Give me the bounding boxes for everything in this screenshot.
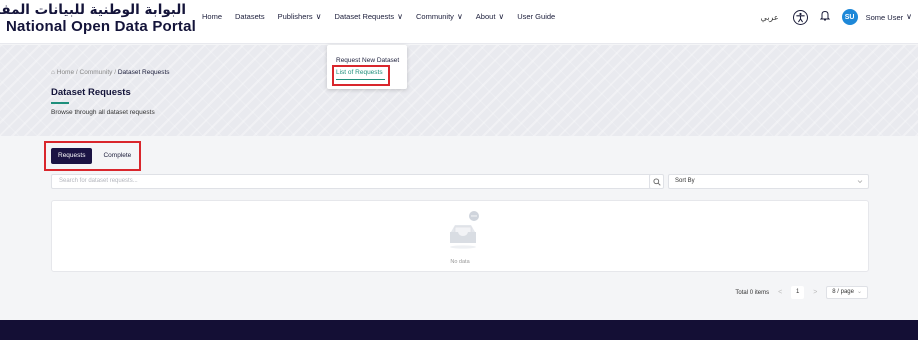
user-name: Some User xyxy=(865,12,904,22)
prev-page-button[interactable]: < xyxy=(778,289,782,296)
sort-label: Sort By xyxy=(675,178,695,184)
chevron-down-icon xyxy=(857,175,863,194)
chevron-down-icon: ∨ xyxy=(906,12,912,21)
nav-publishers[interactable]: Publishers ∨ xyxy=(278,12,322,21)
nav-community-label: Community xyxy=(416,12,454,21)
bell-icon[interactable] xyxy=(819,10,830,24)
chevron-down-icon: ∨ xyxy=(315,11,322,21)
nav-community[interactable]: Community ∨ xyxy=(416,12,463,21)
chevron-down-icon: ⌄ xyxy=(856,289,862,295)
request-tabs: Requests Complete xyxy=(51,148,138,164)
breadcrumb-community[interactable]: Community xyxy=(80,69,113,76)
breadcrumb-separator: / xyxy=(75,69,78,76)
language-switch[interactable]: عربي xyxy=(761,13,779,22)
chevron-down-icon: ∨ xyxy=(456,11,463,21)
nav-about-label: About xyxy=(475,12,496,21)
logo-english-text: National Open Data Portal xyxy=(6,18,197,35)
accessibility-icon[interactable] xyxy=(792,9,808,25)
page-hero: ⌂ Home / Community / Dataset Requests Da… xyxy=(0,45,918,136)
dataset-requests-dropdown: Request New Dataset List of Requests xyxy=(327,45,407,89)
nav-datasets[interactable]: Datasets xyxy=(235,12,265,21)
page-size-label: 8 / page xyxy=(832,289,854,295)
search-icon[interactable] xyxy=(649,174,664,189)
empty-results-card: No data xyxy=(51,200,869,272)
page-size-select[interactable]: 8 / page ⌄ xyxy=(826,286,868,299)
footer xyxy=(0,320,918,340)
portal-logo[interactable]: البوابة الوطنية للبيانات المفتوحة Nation… xyxy=(0,2,197,35)
avatar[interactable]: SU xyxy=(841,9,858,25)
page-number[interactable]: 1 xyxy=(791,286,805,299)
menu-item-request-new-dataset[interactable]: Request New Dataset xyxy=(336,55,407,67)
main-nav: Home Datasets Publishers ∨ Dataset Reques… xyxy=(202,12,568,21)
next-page-button[interactable]: > xyxy=(813,289,817,296)
no-data-text: No data xyxy=(450,259,470,265)
nav-dataset-requests-label: Dataset Requests xyxy=(334,12,395,21)
nav-home[interactable]: Home xyxy=(202,12,222,21)
chevron-down-icon: ∨ xyxy=(397,11,403,21)
chevron-down-icon: ∨ xyxy=(498,11,505,21)
nav-dataset-requests[interactable]: Dataset Requests ∨ xyxy=(335,12,403,21)
search-row: Search for dataset requests... Sort By xyxy=(51,174,869,189)
hero-background-pattern xyxy=(0,45,918,136)
menu-item-list-of-requests[interactable]: List of Requests xyxy=(336,67,407,80)
page-subtitle: Browse through all dataset requests xyxy=(51,109,155,116)
nav-publishers-label: Publishers xyxy=(277,12,313,21)
top-navbar: البوابة الوطنية للبيانات المفتوحة Nation… xyxy=(0,0,918,44)
nav-about[interactable]: About ∨ xyxy=(476,12,504,21)
empty-inbox-icon xyxy=(445,210,481,259)
total-items: Total 0 items xyxy=(735,289,770,296)
breadcrumb-separator: / xyxy=(114,69,117,76)
nav-datasets-label: Datasets xyxy=(235,12,265,21)
breadcrumb-home[interactable]: Home xyxy=(57,69,74,76)
breadcrumb-current: Dataset Requests xyxy=(117,69,170,76)
home-icon[interactable]: ⌂ xyxy=(51,69,55,76)
page-title: Dataset Requests xyxy=(51,87,131,98)
tab-complete[interactable]: Complete xyxy=(96,148,138,164)
breadcrumb: ⌂ Home / Community / Dataset Requests xyxy=(51,69,170,76)
sort-select[interactable]: Sort By xyxy=(668,174,869,189)
user-menu[interactable]: Some User ∨ xyxy=(866,13,912,22)
nav-user-guide[interactable]: User Guide xyxy=(517,12,555,21)
pagination: Total 0 items < 1 > 8 / page ⌄ xyxy=(735,286,868,299)
title-underline xyxy=(51,102,69,104)
nav-user-guide-label: User Guide xyxy=(517,12,556,21)
logo-arabic-text: البوابة الوطنية للبيانات المفتوحة xyxy=(0,2,186,18)
tab-requests[interactable]: Requests xyxy=(51,148,93,164)
nav-home-label: Home xyxy=(202,12,223,21)
header-actions: عربي SU Some User ∨ xyxy=(761,9,912,25)
search-input[interactable]: Search for dataset requests... xyxy=(51,174,661,189)
